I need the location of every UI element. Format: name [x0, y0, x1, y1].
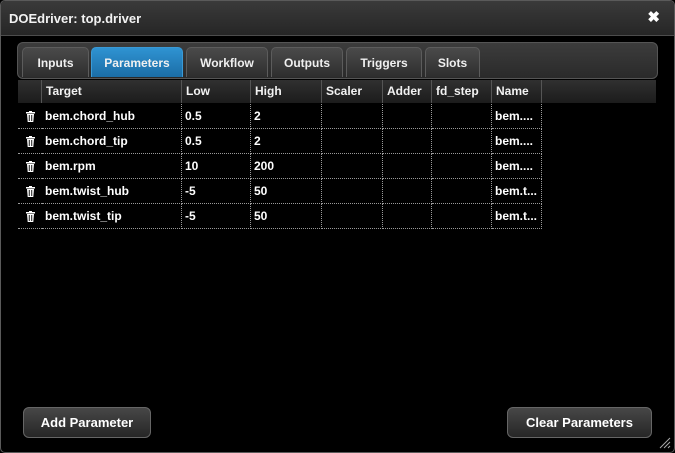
target-cell[interactable]: bem.chord_tip [42, 129, 182, 154]
fd-step-cell[interactable] [432, 204, 492, 229]
scaler-cell[interactable] [322, 204, 383, 229]
name-cell[interactable]: bem.... [492, 104, 542, 129]
low-cell[interactable]: 0.5 [182, 104, 251, 129]
delete-row-button[interactable] [18, 104, 42, 129]
fd-step-cell[interactable] [432, 154, 492, 179]
fd-step-cell[interactable] [432, 104, 492, 129]
name-cell[interactable]: bem.... [492, 154, 542, 179]
low-cell[interactable]: 0.5 [182, 129, 251, 154]
delete-row-button[interactable] [18, 179, 42, 204]
header-filler [542, 80, 656, 103]
tab-bar: Inputs Parameters Workflow Outputs Trigg… [17, 42, 658, 79]
name-cell[interactable]: bem.... [492, 129, 542, 154]
high-cell[interactable]: 50 [251, 204, 322, 229]
adder-cell[interactable] [383, 129, 432, 154]
fd-step-column-header[interactable]: fd_step [432, 80, 492, 103]
adder-cell[interactable] [383, 204, 432, 229]
name-cell[interactable]: bem.t... [492, 179, 542, 204]
close-icon[interactable]: ✖ [647, 8, 660, 26]
high-cell[interactable]: 2 [251, 129, 322, 154]
clear-parameters-button[interactable]: Clear Parameters [507, 407, 652, 438]
trash-icon[interactable] [25, 186, 35, 198]
high-cell[interactable]: 2 [251, 104, 322, 129]
delete-row-button[interactable] [18, 204, 42, 229]
resize-grip-icon[interactable] [659, 437, 671, 449]
tab-parameters[interactable]: Parameters [91, 47, 183, 77]
tab-workflow[interactable]: Workflow [186, 47, 268, 77]
tab-outputs[interactable]: Outputs [271, 47, 343, 77]
adder-column-header[interactable]: Adder [383, 80, 432, 103]
adder-cell[interactable] [383, 179, 432, 204]
low-cell[interactable]: -5 [182, 204, 251, 229]
tab-inputs[interactable]: Inputs [22, 47, 89, 77]
tab-slots[interactable]: Slots [425, 47, 480, 77]
scaler-cell[interactable] [322, 104, 383, 129]
delete-row-button[interactable] [18, 129, 42, 154]
fd-step-cell[interactable] [432, 129, 492, 154]
add-parameter-button[interactable]: Add Parameter [23, 407, 151, 438]
fd-step-cell[interactable] [432, 179, 492, 204]
doedriver-window: DOEdriver: top.driver ✖ Inputs Parameter… [0, 0, 675, 453]
trash-icon[interactable] [25, 211, 35, 223]
target-cell[interactable]: bem.twist_hub [42, 179, 182, 204]
adder-cell[interactable] [383, 104, 432, 129]
target-column-header[interactable]: Target [42, 80, 182, 103]
title-bar[interactable]: DOEdriver: top.driver ✖ [1, 1, 674, 36]
scaler-cell[interactable] [322, 129, 383, 154]
name-cell[interactable]: bem.t... [492, 204, 542, 229]
trash-icon[interactable] [25, 111, 35, 123]
target-cell[interactable]: bem.rpm [42, 154, 182, 179]
low-column-header[interactable]: Low [182, 80, 251, 103]
high-cell[interactable]: 50 [251, 179, 322, 204]
scaler-cell[interactable] [322, 154, 383, 179]
target-cell[interactable]: bem.twist_tip [42, 204, 182, 229]
high-column-header[interactable]: High [251, 80, 322, 103]
low-cell[interactable]: 10 [182, 154, 251, 179]
tab-triggers[interactable]: Triggers [346, 47, 422, 77]
delete-row-button[interactable] [18, 154, 42, 179]
low-cell[interactable]: -5 [182, 179, 251, 204]
target-cell[interactable]: bem.chord_hub [42, 104, 182, 129]
scaler-column-header[interactable]: Scaler [322, 80, 383, 103]
trash-icon[interactable] [25, 161, 35, 173]
high-cell[interactable]: 200 [251, 154, 322, 179]
delete-column-header[interactable] [18, 80, 42, 103]
trash-icon[interactable] [25, 136, 35, 148]
window-title: DOEdriver: top.driver [9, 11, 142, 26]
name-column-header[interactable]: Name [492, 80, 542, 103]
scaler-cell[interactable] [322, 179, 383, 204]
adder-cell[interactable] [383, 154, 432, 179]
